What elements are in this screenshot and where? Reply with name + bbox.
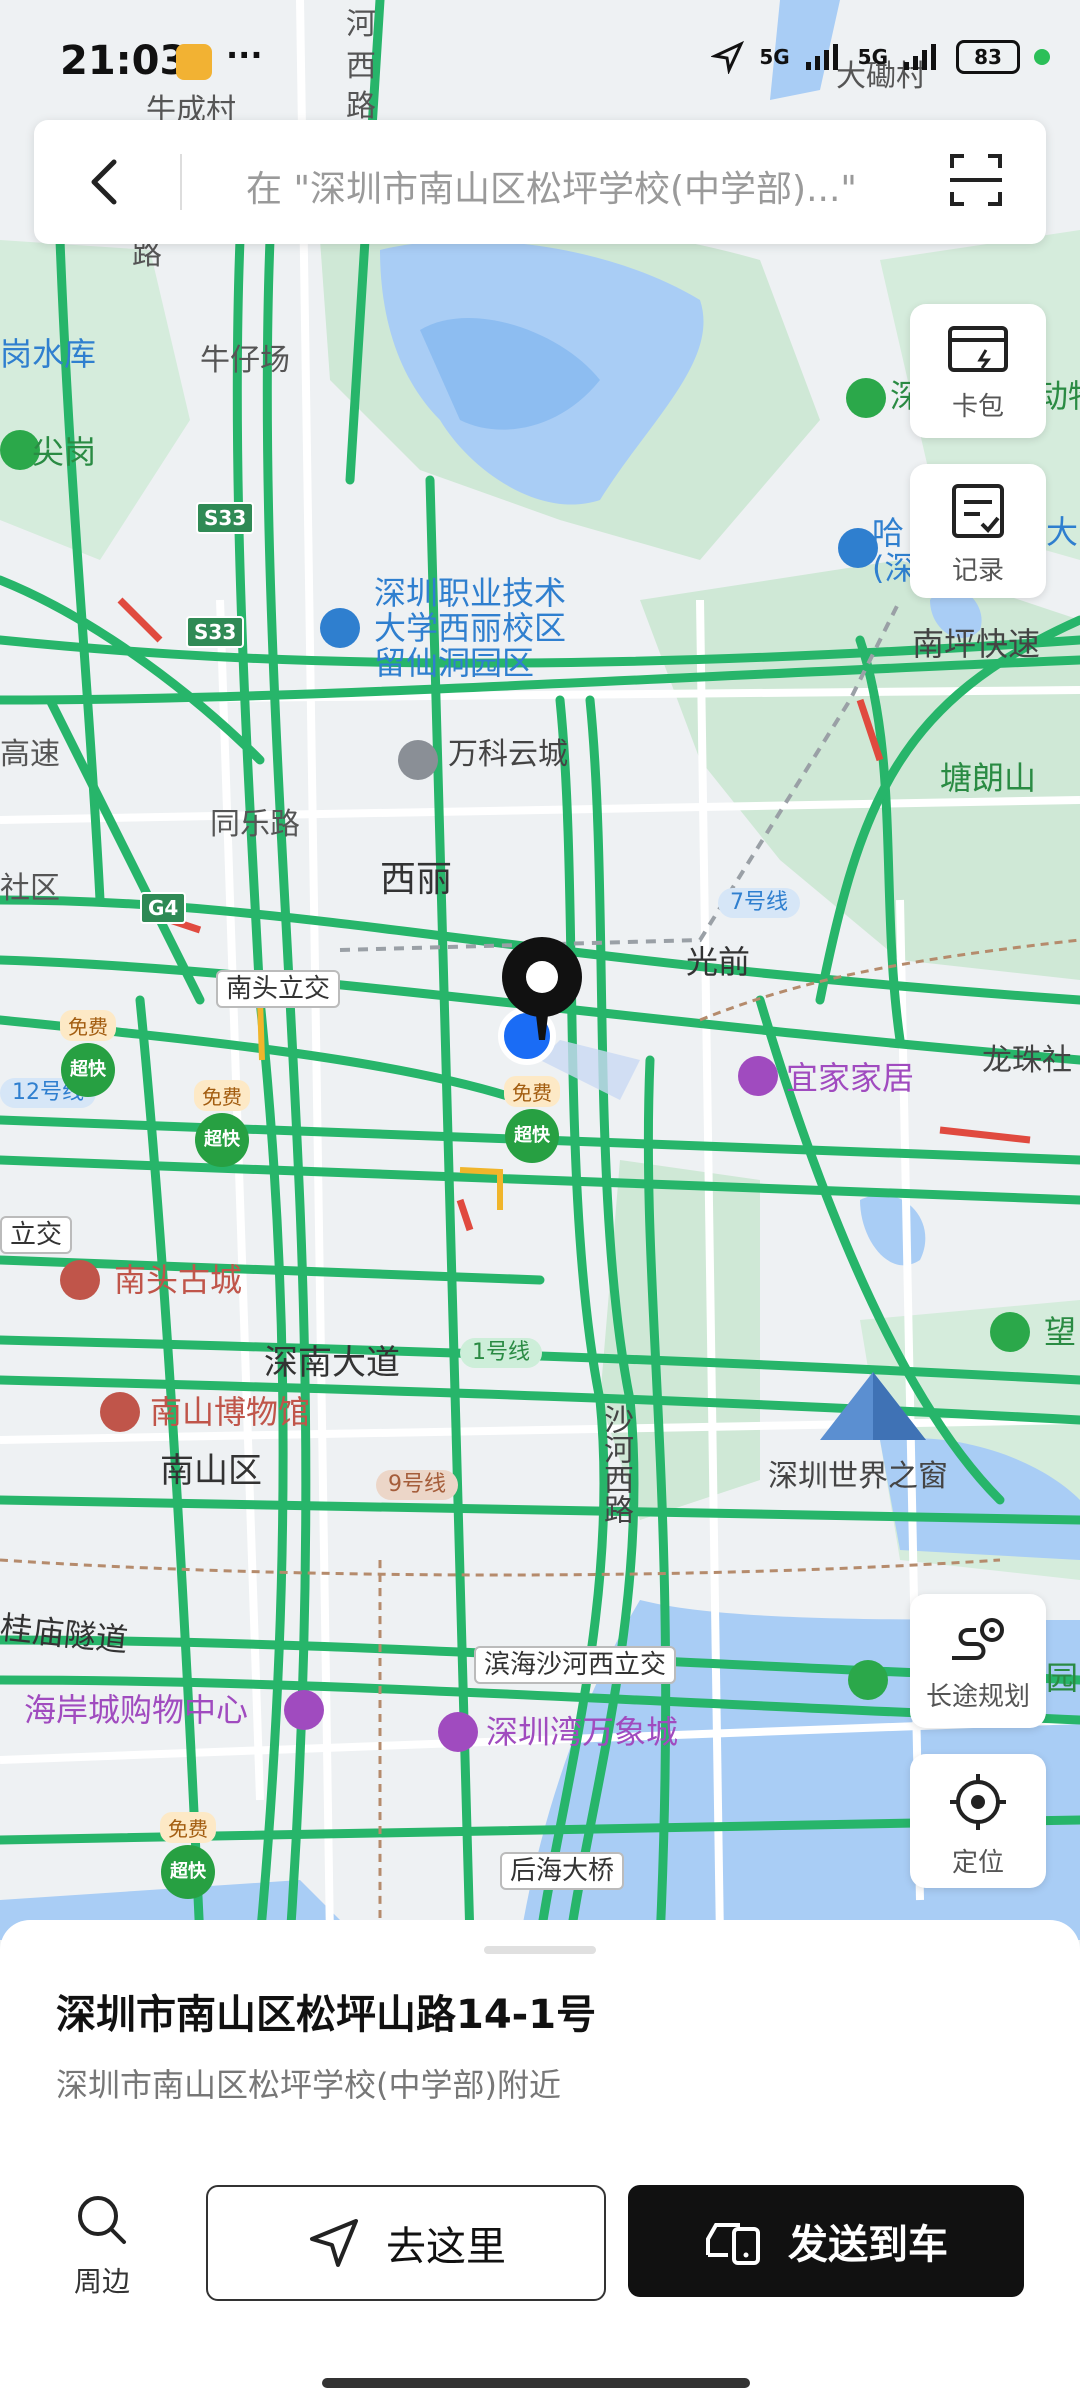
scan-icon[interactable] [946,150,1006,210]
shopping-icon [284,1690,324,1730]
shopping-icon [738,1056,778,1096]
charging-station-pin[interactable]: 免费 超快 [160,1812,216,1899]
building-icon [398,740,438,780]
map-label-district: 南山区 [160,1451,262,1491]
map-label-park: 园 [1046,1659,1079,1697]
map-label-interchange: 立交 [0,1216,73,1254]
map-label-mountain: 塘朗山 [940,759,1037,797]
map-label-expressway: 南坪快速 [912,625,1041,663]
record-list-icon [952,484,1004,538]
map-label-area: 龙珠社 [982,1043,1072,1078]
location-arrow-icon [711,40,745,74]
place-detail-sheet[interactable]: 深圳市南山区松坪山路14-1号 深圳市南山区松坪学校(中学部)附近 周边 去这里… [0,1920,1080,2400]
place-title: 深圳市南山区松坪山路14-1号 [56,1992,597,2038]
status-icons: 5G 5G 83 [711,40,1050,74]
map-label-bridge: 后海大桥 [500,1852,625,1890]
map-label-mall: 海岸城购物中心 [24,1691,249,1729]
car-phone-icon [706,2223,760,2265]
map-label-mall: 深圳湾万象城 [486,1713,679,1751]
highway-shield: S33 [196,502,255,534]
charging-station-pin[interactable]: 免费 超快 [194,1080,250,1167]
nearby-button[interactable]: 周边 [60,2190,144,2300]
map-label-reservoir: 岗水库 [0,335,97,373]
map-label-park: 望 [1044,1313,1077,1351]
divider [180,154,182,210]
highway-shield: S33 [186,616,245,648]
landmark-icon [60,1260,100,1300]
map-label-building: 万科云城 [448,737,568,772]
map-label-road: 高速 [0,737,60,772]
search-icon [78,2196,126,2244]
crosshair-icon [950,1774,1006,1830]
map-label-park: 尖岗 [32,433,97,471]
map-label-area: 牛仔场 [200,343,290,378]
search-bar[interactable]: 在 "深圳市南山区松坪学校(中学部)..." [34,120,1046,244]
status-time: 21:03 [60,38,188,84]
metro-line-badge: 9号线 [376,1470,458,1500]
landmark-pyramid-icon [820,1372,926,1440]
map-label-museum: 南山博物馆 [150,1393,311,1431]
map-label-university: 大 [1046,513,1079,551]
signal-icon [904,44,936,70]
locate-button[interactable]: 定位 [910,1754,1046,1888]
map-label-interchange: 滨海沙河西立交 [474,1646,677,1684]
record-button[interactable]: 记录 [910,464,1046,598]
map-label-road: 沙河西路 [598,1404,633,1524]
place-subtitle: 深圳市南山区松坪学校(中学部)附近 [56,2066,561,2104]
shopping-icon [438,1712,478,1752]
charging-station-pin[interactable]: 免费 超快 [504,1076,560,1163]
status-bar: 21:03 ··· 5G 5G 83 [0,0,1080,110]
search-input[interactable]: 在 "深圳市南山区松坪学校(中学部)..." [246,160,926,212]
map-label-district: 西丽 [380,859,453,900]
charging-station-pin[interactable]: 免费 超快 [60,1010,116,1097]
map-label-road: 同乐路 [210,807,300,842]
map-label-university: 深圳职业技术 大学西丽校区 留仙洞园区 [374,574,567,683]
map-label-road: 深南大道 [264,1343,400,1383]
navigation-arrow-icon [310,2219,358,2267]
map-label-landmark: 深圳世界之窗 [768,1459,948,1494]
park-icon [848,1660,888,1700]
back-arrow-icon[interactable] [72,148,140,216]
map-label-road: 路 [132,237,162,272]
wallet-icon [948,326,1008,372]
signal-icon [805,44,838,70]
card-wallet-button[interactable]: 卡包 [910,304,1046,438]
zoo-icon [846,378,886,418]
notification-app-icon [176,44,212,80]
highway-shield: G4 [140,892,187,924]
museum-icon [100,1392,140,1432]
map-label-shop: 宜家家居 [786,1059,915,1097]
park-icon [990,1312,1030,1352]
metro-line-badge: 7号线 [718,888,800,918]
send-to-car-button[interactable]: 发送到车 [628,2185,1024,2297]
long-trip-planning-button[interactable]: 长途规划 [910,1594,1046,1728]
network-5g-label: 5G [857,45,888,69]
route-planning-icon [952,1618,1004,1660]
privacy-indicator-dot [1034,49,1050,65]
network-5g-label: 5G [759,45,790,69]
map-label-area: 社区 [0,871,60,906]
go-here-button[interactable]: 去这里 [206,2185,606,2301]
school-icon [320,608,360,648]
home-indicator[interactable] [322,2378,750,2388]
more-notifications-icon: ··· [226,36,263,74]
battery-icon: 83 [956,40,1020,74]
map-label-interchange: 南头立交 [216,970,341,1008]
metro-line-badge: 1号线 [460,1338,542,1368]
map-label-area: 光前 [686,943,751,981]
sheet-drag-handle[interactable] [484,1946,596,1954]
map-label-landmark: 南头古城 [114,1261,243,1299]
